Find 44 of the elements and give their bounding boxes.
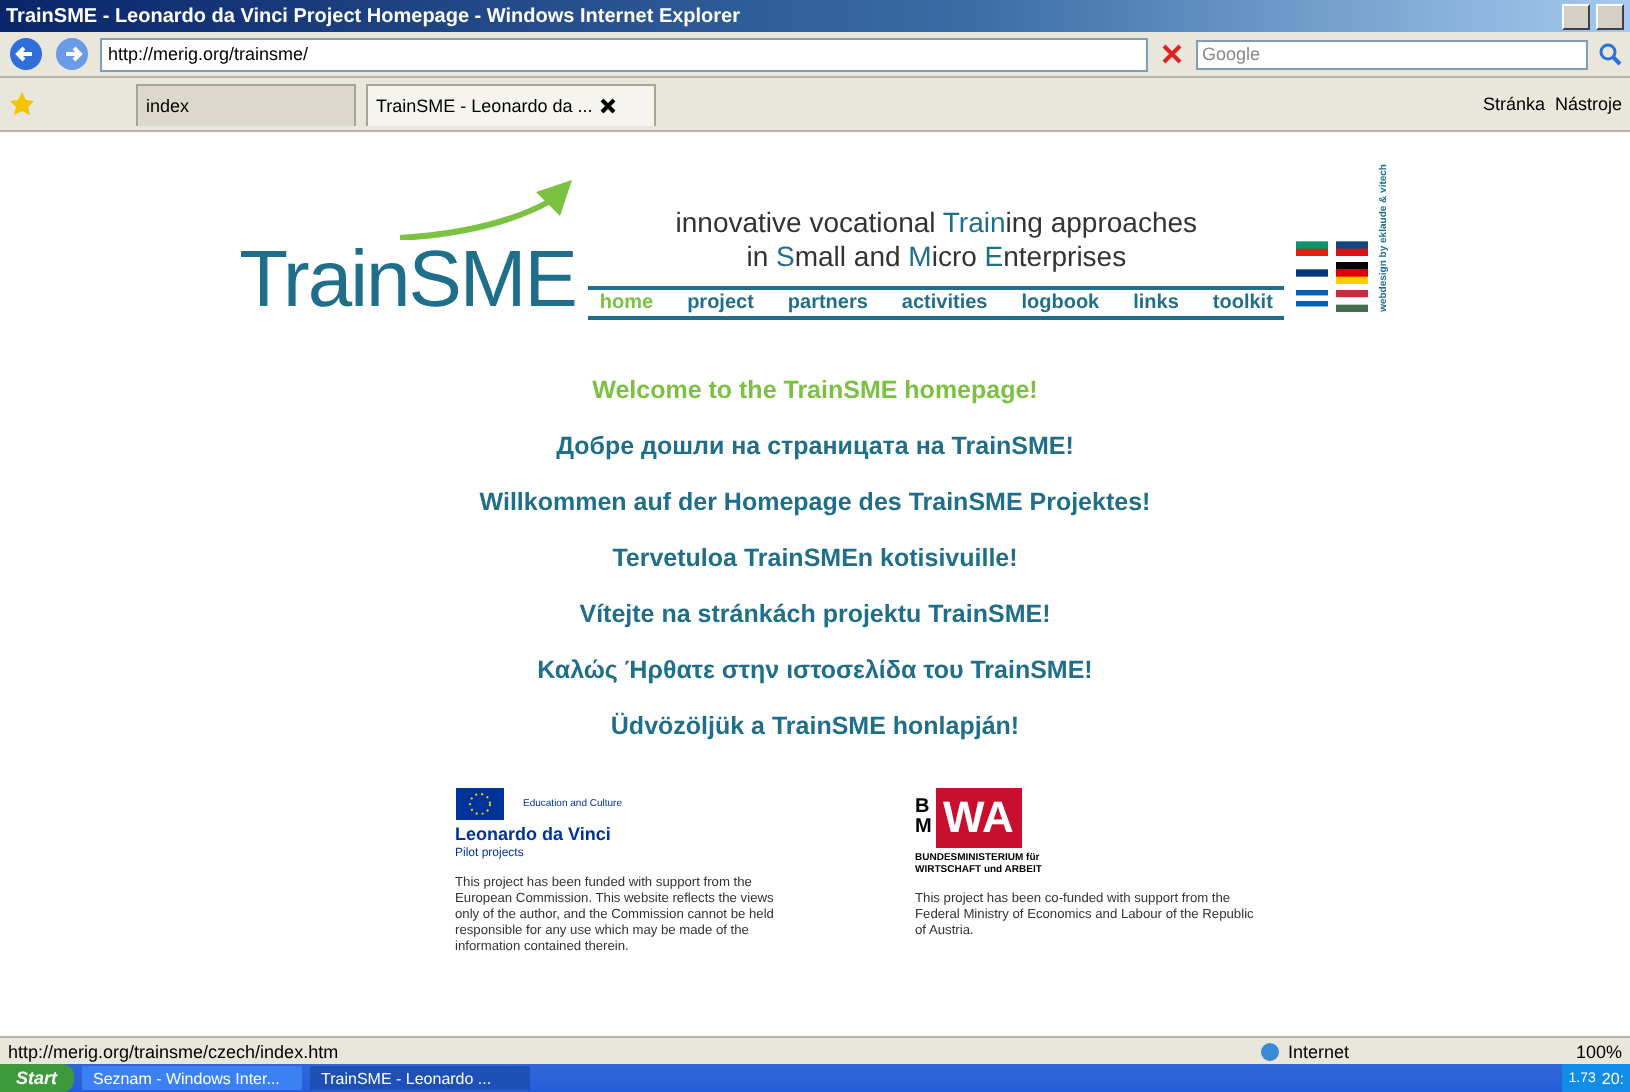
minimize-button[interactable]	[1562, 3, 1590, 29]
browser-tab[interactable]: index	[136, 83, 356, 125]
welcome-text: Tervetuloa TrainSMEn kotisivuille!	[612, 543, 1018, 572]
forward-icon[interactable]	[54, 36, 90, 72]
zone-text: Internet	[1287, 1041, 1351, 1061]
command-button[interactable]: Nástroje	[1554, 94, 1622, 114]
logo-letters: WA	[935, 787, 1022, 848]
close-icon[interactable]	[600, 97, 617, 113]
eu-flag-icon	[455, 787, 503, 820]
window-title: TrainSME - Leonardo da Vinci Project Homepage - Windows Internet Explorer	[6, 5, 743, 27]
flag-icon[interactable]	[1296, 289, 1329, 312]
welcome-text: Vítejte na stránkách projektu TrainSME!	[579, 599, 1051, 628]
start-button[interactable]: Start	[0, 1064, 74, 1092]
url-text: http://merig.org/trainsme/	[108, 44, 309, 64]
nav-link[interactable]: partners	[787, 291, 868, 314]
maximize-button[interactable]	[1596, 3, 1624, 29]
search-field[interactable]: Google	[1196, 39, 1588, 69]
taskbar-button[interactable]: Seznam - Windows Inter...	[81, 1066, 302, 1090]
nav-link[interactable]: activities	[901, 291, 988, 314]
logo-title: Leonardo da Vinci	[455, 823, 613, 844]
welcome-text: Üdvözöljük a TrainSME honlapján!	[610, 711, 1020, 740]
flag-icon[interactable]	[1336, 261, 1369, 284]
back-icon[interactable]	[8, 36, 44, 72]
logo-letters: BM	[915, 797, 934, 838]
taskbar-button[interactable]: TrainSME - Leonardo ...	[309, 1066, 530, 1090]
search-icon[interactable]	[1598, 42, 1622, 66]
welcome-text: Добре дошли на страницата на TrainSME!	[556, 431, 1074, 460]
star-icon[interactable]	[8, 90, 36, 118]
address-field[interactable]: http://merig.org/trainsme/	[100, 37, 1148, 71]
welcome-text: Καλώς Ήρθατε στην ιστοσελίδα του TrainSME!	[537, 655, 1093, 684]
tagline: in Small and Micro Enterprises	[746, 239, 1127, 274]
tagline: innovative vocational Training approaches	[675, 205, 1198, 240]
zoom-button[interactable]: 100%	[1575, 1041, 1622, 1061]
nav-link[interactable]: links	[1133, 291, 1179, 314]
nav-link[interactable]: toolkit	[1212, 291, 1273, 314]
welcome-text: Willkommen auf der Homepage des TrainSME Projektes!	[479, 487, 1151, 516]
status-text: http://merig.org/trainsme/czech/index.htm	[8, 1041, 341, 1061]
welcome-text: Welcome to the TrainSME homepage!	[592, 375, 1038, 404]
command-button[interactable]: Stránka	[1482, 94, 1545, 114]
clock: 20:	[1601, 1069, 1624, 1087]
site-logo: TrainSME	[239, 239, 576, 320]
browser-tab[interactable]: TrainSME - Leonardo da ...	[366, 83, 656, 125]
nav-link[interactable]: project	[687, 291, 754, 314]
nav-link[interactable]: logbook	[1021, 291, 1100, 314]
